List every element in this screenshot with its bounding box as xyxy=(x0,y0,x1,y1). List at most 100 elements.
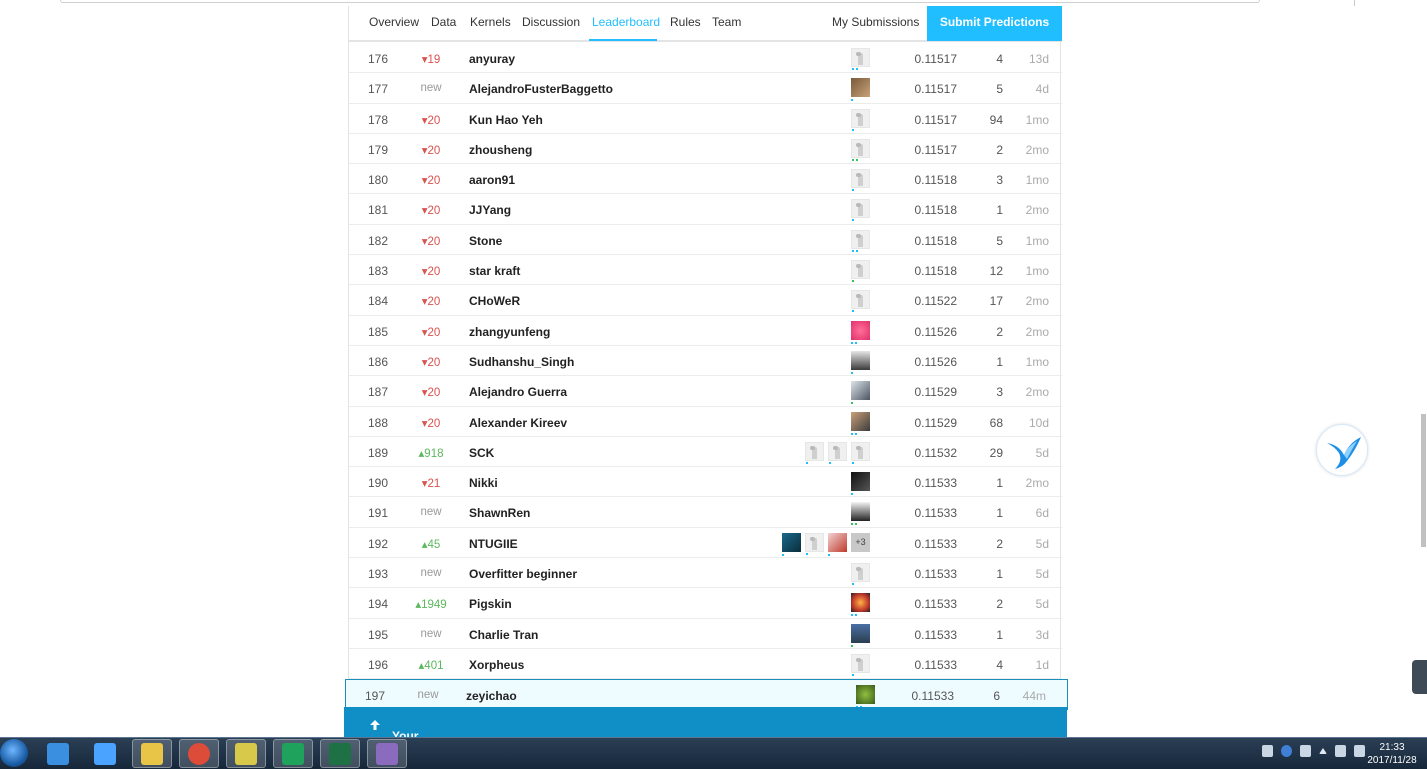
team-name-link[interactable]: zhangyunfeng xyxy=(469,325,550,339)
team-name-link[interactable]: Stone xyxy=(469,234,502,248)
team-name-link[interactable]: Overfitter beginner xyxy=(469,567,577,581)
leaderboard-row[interactable]: 179 ▾20 zhousheng 0.11517 2 2mo xyxy=(349,134,1062,165)
network-icon[interactable] xyxy=(1300,745,1311,757)
leaderboard-row[interactable]: 181 ▾20 JJYang 0.11518 1 2mo xyxy=(349,194,1062,225)
default-avatar-icon[interactable] xyxy=(851,653,870,676)
default-avatar-icon[interactable] xyxy=(851,441,870,464)
team-name-link[interactable]: aaron91 xyxy=(469,173,515,187)
avatar[interactable] xyxy=(782,532,801,556)
team-name-link[interactable]: NTUGIIE xyxy=(469,537,518,551)
leaderboard-row[interactable]: 184 ▾20 CHoWeR 0.11522 17 2mo xyxy=(349,285,1062,316)
rank-change-value: 20 xyxy=(427,205,441,218)
leaderboard-row[interactable]: 176 ▾19 anyuray 0.11517 4 13d xyxy=(349,43,1062,74)
leaderboard-row[interactable]: 196 ▴401 Xorpheus 0.11533 4 1d xyxy=(349,649,1062,680)
default-avatar-icon[interactable] xyxy=(851,229,870,252)
team-name-link[interactable]: ShawnRen xyxy=(469,506,530,520)
default-avatar-icon[interactable] xyxy=(805,532,824,555)
team-name-link[interactable]: anyuray xyxy=(469,52,515,66)
leaderboard-row[interactable]: 195 new Charlie Tran 0.11533 1 3d xyxy=(349,619,1062,649)
leaderboard-row[interactable]: 177 new AlejandroFusterBaggetto 0.11517 5 4d xyxy=(349,73,1062,104)
taskbar-app-button[interactable] xyxy=(226,739,266,768)
team-name-link[interactable]: Alexander Kireev xyxy=(469,416,567,430)
taskbar-app-button[interactable] xyxy=(38,739,78,768)
team-name-link[interactable]: CHoWeR xyxy=(469,294,520,308)
team-name-link[interactable]: SCK xyxy=(469,446,494,460)
avatar[interactable] xyxy=(851,381,870,405)
tab-rules[interactable]: Rules xyxy=(670,15,701,29)
leaderboard-row[interactable]: 187 ▾20 Alejandro Guerra 0.11529 3 2mo xyxy=(349,376,1062,407)
tab-discussion[interactable]: Discussion xyxy=(522,15,580,29)
show-hidden-icons-icon[interactable] xyxy=(1319,748,1327,754)
leaderboard-row[interactable]: 185 ▾20 zhangyunfeng 0.11526 2 2mo xyxy=(349,316,1062,346)
avatar[interactable] xyxy=(828,532,847,556)
taskbar-app-button[interactable] xyxy=(179,739,219,768)
volume-icon[interactable] xyxy=(1335,745,1346,757)
avatar[interactable] xyxy=(851,411,870,435)
my-submissions-link[interactable]: My Submissions xyxy=(832,15,919,29)
leaderboard-row[interactable]: 182 ▾20 Stone 0.11518 5 1mo xyxy=(349,225,1062,256)
default-avatar-icon[interactable] xyxy=(851,108,870,131)
team-name-link[interactable]: star kraft xyxy=(469,264,520,278)
default-avatar-icon[interactable] xyxy=(851,48,870,70)
avatar[interactable] xyxy=(851,502,870,526)
keyboard-icon[interactable] xyxy=(1262,745,1273,757)
taskbar-app-button[interactable] xyxy=(320,739,360,768)
more-members-badge[interactable]: +3 xyxy=(851,532,870,552)
leaderboard-row[interactable]: 191 new ShawnRen 0.11533 1 6d xyxy=(349,497,1062,528)
team-name-link[interactable]: JJYang xyxy=(469,203,511,217)
team-name-link[interactable]: Nikki xyxy=(469,476,498,490)
avatar[interactable] xyxy=(851,593,870,617)
taskbar-app-button[interactable] xyxy=(367,739,407,768)
avatar[interactable] xyxy=(851,320,870,344)
default-avatar-icon[interactable] xyxy=(805,441,824,464)
team-name-link[interactable]: Pigskin xyxy=(469,597,512,611)
leaderboard-row[interactable]: 186 ▾20 Sudhanshu_Singh 0.11526 1 1mo xyxy=(349,346,1062,377)
default-avatar-icon[interactable] xyxy=(851,169,870,192)
team-name-link[interactable]: Sudhanshu_Singh xyxy=(469,355,574,369)
leaderboard-row[interactable]: 193 new Overfitter beginner 0.11533 1 5d xyxy=(349,558,1062,589)
tab-team[interactable]: Team xyxy=(712,15,741,29)
team-name-link[interactable]: Charlie Tran xyxy=(469,628,538,642)
leaderboard-row[interactable]: 192 ▴45 NTUGIIE +3 0.11533 2 5d xyxy=(349,528,1062,559)
default-avatar-icon[interactable] xyxy=(851,260,870,283)
leaderboard-row[interactable]: 194 ▴1949 Pigskin 0.11533 2 5d xyxy=(349,588,1062,619)
team-name-link[interactable]: AlejandroFusterBaggetto xyxy=(469,82,613,96)
tab-data[interactable]: Data xyxy=(431,15,456,29)
avatar[interactable] xyxy=(851,623,870,647)
avatar[interactable] xyxy=(856,685,875,709)
side-panel-tab[interactable] xyxy=(1412,660,1427,694)
default-avatar-icon[interactable] xyxy=(851,290,870,313)
default-avatar-icon[interactable] xyxy=(851,199,870,222)
help-icon[interactable] xyxy=(1281,745,1292,757)
avatar[interactable] xyxy=(851,350,870,374)
team-name-link[interactable]: Alejandro Guerra xyxy=(469,385,567,399)
team-name-link[interactable]: zeyichao xyxy=(466,689,517,703)
leaderboard-row[interactable]: 190 ▾21 Nikki 0.11533 1 2mo xyxy=(349,467,1062,498)
default-avatar-icon[interactable] xyxy=(828,441,847,464)
submit-predictions-button[interactable]: Submit Predictions xyxy=(927,6,1062,41)
tab-kernels[interactable]: Kernels xyxy=(470,15,511,29)
leaderboard-row[interactable]: 178 ▾20 Kun Hao Yeh 0.11517 94 1mo xyxy=(349,104,1062,134)
team-name-link[interactable]: zhousheng xyxy=(469,143,532,157)
page-scrollbar-thumb[interactable] xyxy=(1421,414,1426,547)
avatar[interactable] xyxy=(851,472,870,496)
taskbar-app-button[interactable] xyxy=(85,739,125,768)
tab-overview[interactable]: Overview xyxy=(369,15,419,29)
team-name-link[interactable]: Kun Hao Yeh xyxy=(469,113,543,127)
start-button[interactable] xyxy=(0,739,28,767)
tab-leaderboard[interactable]: Leaderboard xyxy=(592,15,660,29)
default-avatar-icon[interactable] xyxy=(851,138,870,161)
leaderboard-row[interactable]: 180 ▾20 aaron91 0.11518 3 1mo xyxy=(349,164,1062,195)
taskbar-app-button[interactable] xyxy=(132,739,172,768)
avatar[interactable] xyxy=(851,78,870,102)
leaderboard-row-mine[interactable]: 197 new zeyichao 0.11533 6 44m xyxy=(345,679,1068,710)
feige-floating-button[interactable] xyxy=(1316,424,1368,476)
default-avatar-icon[interactable] xyxy=(851,563,870,586)
leaderboard-row[interactable]: 188 ▾20 Alexander Kireev 0.11529 68 10d xyxy=(349,407,1062,437)
taskbar-app-button[interactable] xyxy=(273,739,313,768)
leaderboard-row[interactable]: 183 ▾20 star kraft 0.11518 12 1mo xyxy=(349,255,1062,286)
leaderboard-row[interactable]: 189 ▴918 SCK 0.11532 29 5d xyxy=(349,437,1062,468)
team-name-link[interactable]: Xorpheus xyxy=(469,658,524,672)
your-best-entry-bar[interactable]: Your Best Entry xyxy=(344,707,1067,769)
clock[interactable]: 21:33 2017/11/28 xyxy=(1362,741,1422,767)
